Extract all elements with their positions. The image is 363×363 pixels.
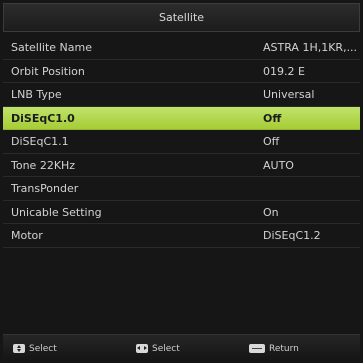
settings-row-tone-22khz[interactable]: Tone 22KHz AUTO — [3, 154, 360, 177]
settings-row-lnb-type[interactable]: LNB Type Universal — [3, 83, 360, 107]
empty-panel-area — [3, 272, 360, 330]
hint-label: Return — [269, 344, 299, 354]
settings-row-motor[interactable]: Motor DiSEqC1.2 — [3, 224, 360, 248]
setting-value: AUTO — [263, 158, 294, 172]
settings-row-orbit-position[interactable]: Orbit Position 019.2 E — [3, 60, 360, 83]
settings-row-transponder[interactable]: TransPonder — [3, 177, 360, 201]
setting-label: Motor — [11, 229, 43, 242]
setting-label: LNB Type — [11, 88, 62, 101]
setting-value: On — [263, 205, 279, 219]
setting-label: DiSEqC1.1 — [11, 135, 69, 148]
hint-left-right-select: Select — [136, 343, 180, 355]
settings-row-diseqc-1-0[interactable]: DiSEqC1.0 Off — [3, 106, 360, 130]
setting-value: DiSEqC1.2 — [263, 229, 321, 242]
setting-label: Orbit Position — [11, 64, 85, 78]
left-right-key-icon — [136, 344, 148, 353]
footer-key-hints: Select Select Return — [3, 334, 360, 362]
setting-label: DiSEqC1.0 — [11, 111, 75, 125]
setting-label: TransPonder — [11, 182, 79, 195]
setting-value: ASTRA 1H,1KR,... — [263, 41, 358, 54]
settings-list: Satellite Name ASTRA 1H,1KR,... Orbit Po… — [3, 36, 360, 248]
menu-key-icon — [249, 344, 265, 353]
hint-label: Select — [152, 344, 180, 354]
setting-value: Off — [263, 111, 282, 125]
up-down-key-icon — [13, 344, 25, 353]
hint-menu-return: Return — [249, 343, 299, 355]
hint-up-down-select: Select — [13, 343, 57, 355]
hint-label: Select — [29, 344, 57, 354]
settings-row-diseqc-1-1[interactable]: DiSEqC1.1 Off — [3, 130, 360, 154]
setting-value: Off — [263, 135, 280, 148]
page-title: Satellite — [3, 3, 360, 32]
settings-row-unicable-setting[interactable]: Unicable Setting On — [3, 201, 360, 224]
setting-label: Unicable Setting — [11, 205, 102, 219]
settings-row-satellite-name[interactable]: Satellite Name ASTRA 1H,1KR,... — [3, 36, 360, 60]
satellite-settings-screen: Satellite Satellite Name ASTRA 1H,1KR,..… — [0, 0, 363, 363]
setting-label: Tone 22KHz — [11, 158, 76, 172]
setting-value: 019.2 E — [263, 64, 305, 78]
setting-value: Universal — [263, 88, 315, 101]
setting-label: Satellite Name — [11, 41, 93, 54]
